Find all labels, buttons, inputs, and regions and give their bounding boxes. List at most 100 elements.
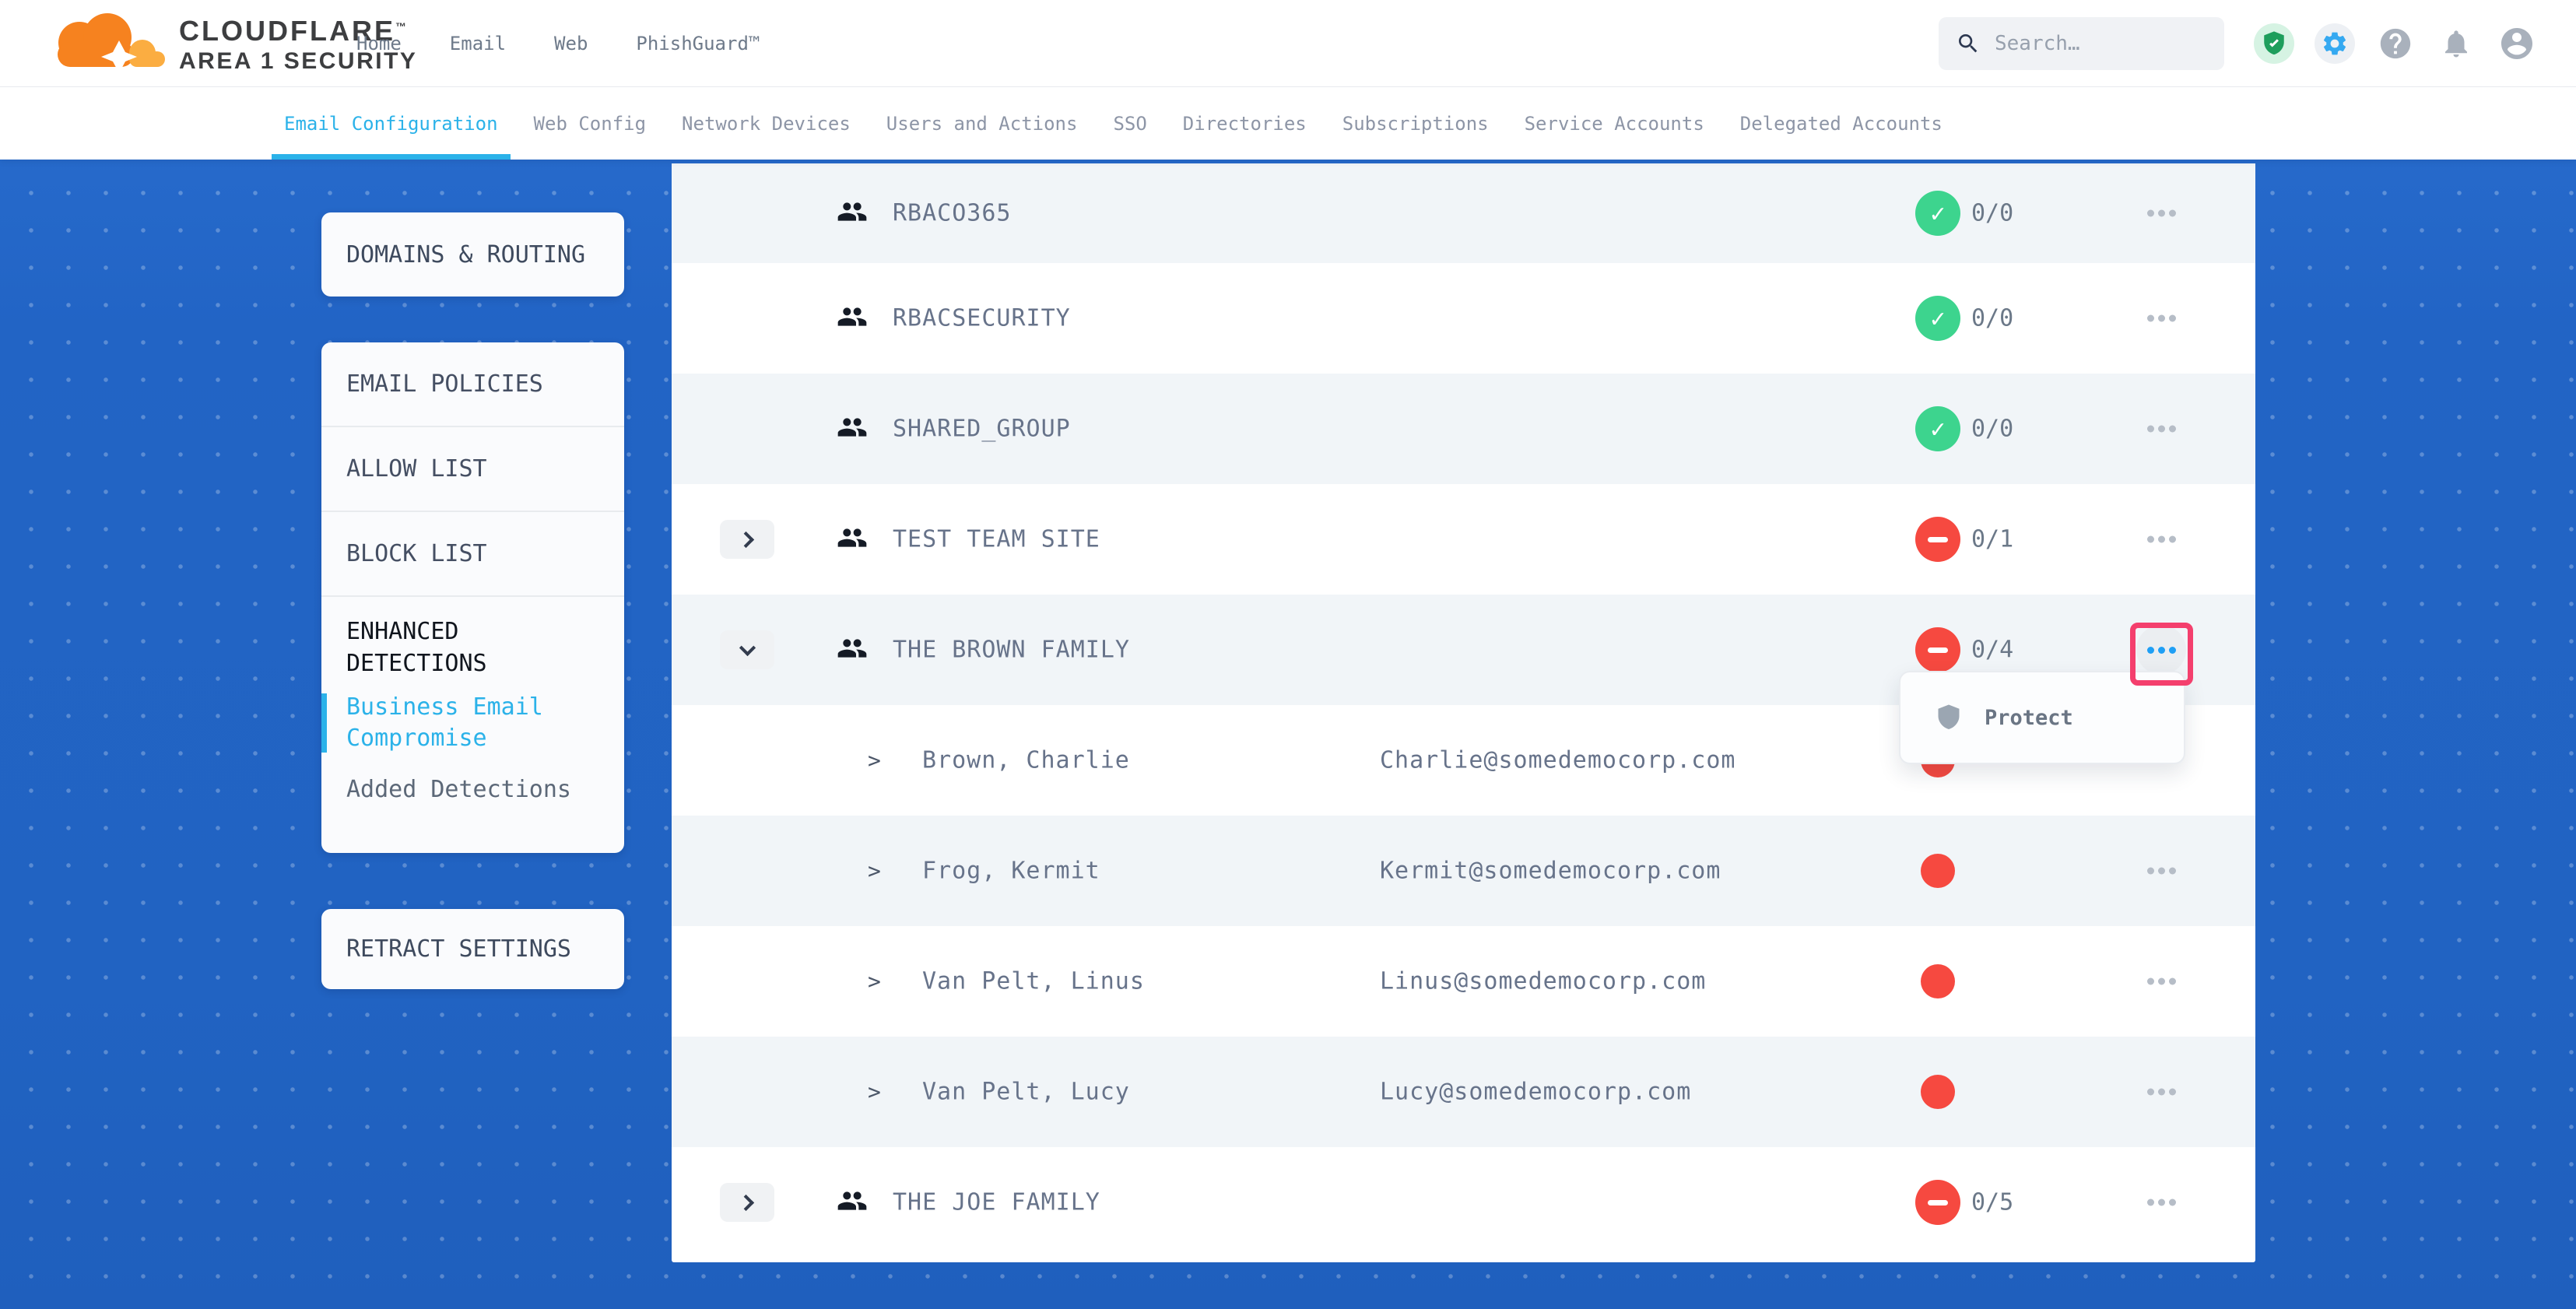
header-icons — [2254, 0, 2537, 87]
tab-delegated-accounts[interactable]: Delegated Accounts — [1728, 87, 1955, 160]
gear-icon[interactable] — [2315, 23, 2355, 64]
group-icon — [837, 1185, 868, 1220]
row-count: 0/0 — [1971, 305, 2013, 332]
row-menu-button[interactable] — [2122, 978, 2200, 985]
chevron-right-icon — [737, 531, 753, 547]
row-name: THE BROWN FAMILY — [893, 637, 1130, 664]
tab-subscriptions[interactable]: Subscriptions — [1330, 87, 1501, 160]
policies-list: EMAIL POLICIESALLOW LISTBLOCK LIST — [321, 342, 624, 597]
row-name: Frog, Kermit — [922, 858, 1100, 885]
group-icon — [837, 633, 868, 667]
row-count: 0/4 — [1971, 637, 2013, 664]
group-icon — [837, 196, 868, 230]
bell-icon[interactable] — [2436, 23, 2476, 64]
tab-sso[interactable]: SSO — [1100, 87, 1159, 160]
row-name: Brown, Charlie — [922, 747, 1130, 774]
tab-email-configuration[interactable]: Email Configuration — [272, 87, 511, 160]
row-menu-button[interactable] — [2122, 426, 2200, 433]
expand-button[interactable] — [720, 1183, 774, 1222]
tab-network-devices[interactable]: Network Devices — [669, 87, 863, 160]
group-row: RBACSECURITY✓0/0 — [672, 263, 2255, 374]
row-name: Van Pelt, Linus — [922, 968, 1145, 995]
row-count: 0/1 — [1971, 526, 2013, 553]
status-ok-icon: ✓ — [1915, 191, 1960, 236]
top-nav: Home Email Web PhishGuard™ — [356, 0, 760, 87]
sidebar-policies-card: EMAIL POLICIESALLOW LISTBLOCK LIST ENHAN… — [321, 342, 624, 853]
shield-check-icon[interactable] — [2254, 23, 2294, 64]
row-email: Kermit@somedemocorp.com — [1380, 858, 1721, 885]
protect-menu-item[interactable]: Protect — [1900, 704, 2184, 732]
member-row: >Van Pelt, LucyLucy@somedemocorp.com — [672, 1037, 2255, 1147]
status-dot — [1921, 854, 1955, 888]
group-icon — [837, 522, 868, 556]
sidebar-item-domains-routing[interactable]: DOMAINS & ROUTING — [321, 212, 624, 297]
row-name: THE JOE FAMILY — [893, 1189, 1100, 1216]
sidebar-item-added-detections[interactable]: Added Detections — [321, 774, 624, 805]
top-nav-link-email[interactable]: Email — [450, 33, 506, 54]
row-menu-button[interactable] — [2122, 1199, 2200, 1206]
row-menu-button[interactable] — [2122, 868, 2200, 875]
group-row: SHARED_GROUP ✓ 0/0 — [672, 374, 2255, 484]
status-dot — [1921, 1075, 1955, 1109]
row-count: 0/0 — [1971, 416, 2013, 443]
search-box — [1939, 17, 2224, 70]
row-menu-button[interactable] — [2122, 210, 2200, 217]
help-icon[interactable] — [2375, 23, 2416, 64]
groups-table: RBACO365✓0/0RBACSECURITY✓0/0SHARED_GROUP… — [672, 163, 2255, 1262]
row-email: Lucy@somedemocorp.com — [1380, 1079, 1691, 1106]
member-row: >Van Pelt, LinusLinus@somedemocorp.com — [672, 926, 2255, 1037]
member-chevron-icon: > — [868, 1079, 881, 1105]
status-ok-icon: ✓ — [1915, 406, 1960, 451]
member-chevron-icon: > — [868, 858, 881, 884]
app-header: CLOUDFLARE™ AREA 1 SECURITY HomeEmailWeb… — [0, 0, 2576, 87]
row-count: 0/5 — [1971, 1189, 2013, 1216]
tab-web-config[interactable]: Web Config — [521, 87, 659, 160]
status-dot — [1921, 964, 1955, 998]
status-blocked-icon — [1915, 517, 1960, 562]
row-email: Linus@somedemocorp.com — [1380, 968, 1706, 995]
config-tab-bar: Email ConfigurationWeb ConfigNetwork Dev… — [0, 87, 2576, 160]
user-icon[interactable] — [2497, 23, 2537, 64]
expand-button[interactable] — [720, 520, 774, 559]
search-icon — [1956, 31, 1981, 56]
row-name: SHARED_GROUP — [893, 416, 1071, 443]
tab-users-and-actions[interactable]: Users and Actions — [874, 87, 1090, 160]
search-input[interactable] — [1995, 32, 2181, 55]
status-blocked-icon — [1915, 627, 1960, 672]
tab-directories[interactable]: Directories — [1170, 87, 1319, 160]
row-menu-button[interactable] — [2122, 1089, 2200, 1096]
top-nav-link-web[interactable]: Web — [554, 33, 588, 54]
sidebar-item-retract-settings[interactable]: RETRACT SETTINGS — [321, 909, 624, 989]
sidebar-item-email-policies[interactable]: EMAIL POLICIES — [321, 342, 624, 427]
tab-service-accounts[interactable]: Service Accounts — [1512, 87, 1717, 160]
member-row: > Frog, Kermit Kermit@somedemocorp.com — [672, 816, 2255, 926]
row-email: Charlie@somedemocorp.com — [1380, 747, 1735, 774]
chevron-down-icon — [739, 639, 755, 655]
row-name: TEST TEAM SITE — [893, 526, 1100, 553]
group-icon — [837, 301, 868, 335]
enhanced-detections-list: Business Email Compromise Added Detection… — [321, 692, 624, 805]
status-blocked-icon — [1915, 1180, 1960, 1225]
shield-icon — [1935, 704, 1963, 732]
sidebar-item-block-list[interactable]: BLOCK LIST — [321, 512, 624, 597]
row-count: 0/0 — [1971, 200, 2013, 227]
sidebar-item-enhanced-detections[interactable]: ENHANCED DETECTIONS — [321, 597, 624, 679]
row-name: RBACO365 — [893, 200, 1012, 227]
chevron-right-icon — [737, 1194, 753, 1210]
group-row: RBACO365 ✓ 0/0 — [672, 163, 2255, 263]
content-area: DOMAINS & ROUTING EMAIL POLICIESALLOW LI… — [0, 160, 2576, 1309]
cloudflare-cloud-icon — [39, 6, 171, 80]
expand-button[interactable] — [720, 630, 774, 669]
row-menu-button[interactable] — [2122, 315, 2200, 322]
top-nav-link-home[interactable]: Home — [356, 33, 402, 54]
member-chevron-icon: > — [868, 748, 881, 774]
protect-label: Protect — [1985, 706, 2073, 730]
sidebar-label: RETRACT SETTINGS — [321, 935, 571, 963]
group-row: THE JOE FAMILY 0/5 — [672, 1147, 2255, 1258]
group-row: TEST TEAM SITE 0/1 — [672, 484, 2255, 595]
sidebar-item-allow-list[interactable]: ALLOW LIST — [321, 427, 624, 512]
top-nav-link-phishguard[interactable]: PhishGuard™ — [636, 33, 760, 54]
status-ok-icon: ✓ — [1915, 296, 1960, 341]
sidebar-item-business-email-compromise[interactable]: Business Email Compromise — [321, 692, 624, 754]
row-menu-button[interactable] — [2122, 536, 2200, 543]
